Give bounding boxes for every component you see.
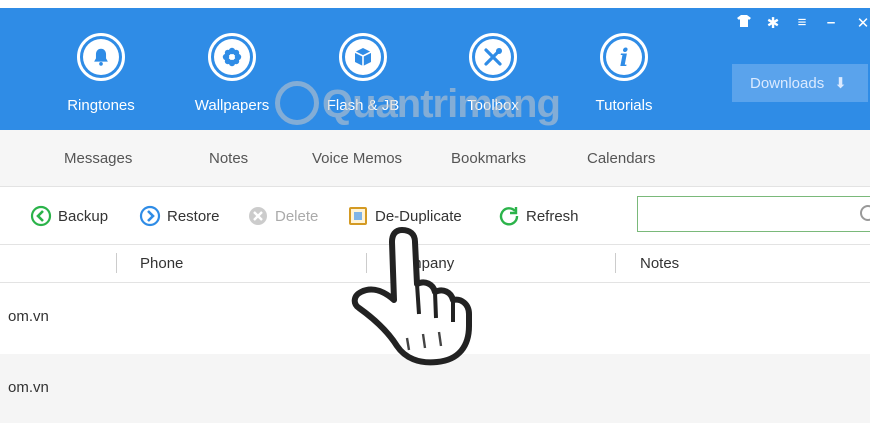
column-divider[interactable] bbox=[615, 253, 616, 273]
refresh-label: Refresh bbox=[526, 207, 579, 225]
column-divider[interactable] bbox=[116, 253, 117, 273]
tab-calendars[interactable]: Calendars bbox=[587, 150, 655, 167]
refresh-button[interactable]: Refresh bbox=[498, 205, 579, 227]
column-notes[interactable]: Notes bbox=[640, 255, 679, 272]
restore-label: Restore bbox=[167, 207, 220, 225]
backup-button[interactable]: Backup bbox=[30, 205, 108, 227]
nav-toolbox[interactable]: Toolbox bbox=[443, 33, 543, 114]
delete-label: Delete bbox=[275, 207, 319, 225]
search-input[interactable] bbox=[637, 196, 870, 232]
nav-label-toolbox: Toolbox bbox=[467, 97, 519, 114]
menu-icon[interactable]: ≡ bbox=[791, 14, 813, 31]
cell-email: om.vn bbox=[8, 308, 49, 325]
deduplicate-icon bbox=[347, 205, 369, 227]
settings-icon[interactable]: ✱ bbox=[762, 14, 784, 32]
nav-label-ringtones: Ringtones bbox=[67, 97, 135, 114]
tab-messages[interactable]: Messages bbox=[64, 150, 132, 167]
column-divider[interactable] bbox=[366, 253, 367, 273]
minimize-icon[interactable]: – bbox=[820, 14, 842, 31]
category-tabs: Messages Notes Voice Memos Bookmarks Cal… bbox=[0, 130, 870, 187]
delete-icon bbox=[247, 205, 269, 227]
downloads-button[interactable]: Downloads ⬇ bbox=[732, 64, 868, 102]
bell-icon bbox=[77, 33, 125, 81]
restore-icon bbox=[139, 205, 161, 227]
close-icon[interactable]: ✕ bbox=[852, 14, 870, 32]
nav-wallpapers[interactable]: Wallpapers bbox=[182, 33, 282, 114]
skin-icon[interactable] bbox=[733, 14, 755, 32]
tab-partial[interactable] bbox=[0, 150, 4, 167]
cell-email: om.vn bbox=[8, 379, 49, 396]
flower-icon bbox=[208, 33, 256, 81]
restore-button[interactable]: Restore bbox=[139, 205, 220, 227]
nav-label-tutorials: Tutorials bbox=[595, 97, 653, 114]
download-arrow-icon: ⬇ bbox=[834, 75, 847, 92]
table-header: Phone Company Notes bbox=[0, 244, 870, 283]
search-icon[interactable] bbox=[860, 205, 870, 221]
top-nav-bar: Ringtones Wallpapers Flash & JB Toolbox … bbox=[0, 8, 870, 130]
deduplicate-button[interactable]: De-Duplicate bbox=[347, 205, 462, 227]
table-row[interactable]: om.vn bbox=[0, 283, 870, 354]
tools-icon bbox=[469, 33, 517, 81]
nav-flash-jb[interactable]: Flash & JB bbox=[313, 33, 413, 114]
nav-ringtones[interactable]: Ringtones bbox=[51, 33, 151, 114]
downloads-label: Downloads bbox=[750, 74, 825, 92]
column-company[interactable]: Company bbox=[390, 255, 454, 272]
backup-icon bbox=[30, 205, 52, 227]
backup-label: Backup bbox=[58, 207, 109, 225]
deduplicate-label: De-Duplicate bbox=[375, 207, 462, 225]
nav-label-flash-jb: Flash & JB bbox=[326, 97, 400, 114]
nav-label-wallpapers: Wallpapers bbox=[194, 97, 270, 114]
refresh-icon bbox=[498, 205, 520, 227]
delete-button[interactable]: Delete bbox=[247, 205, 318, 227]
nav-tutorials[interactable]: i Tutorials bbox=[574, 33, 674, 114]
tab-bookmarks[interactable]: Bookmarks bbox=[451, 150, 526, 167]
tab-voice-memos[interactable]: Voice Memos bbox=[312, 150, 402, 167]
tab-notes[interactable]: Notes bbox=[209, 150, 248, 167]
box-icon bbox=[339, 33, 387, 81]
column-phone[interactable]: Phone bbox=[140, 255, 183, 272]
table-row[interactable]: om.vn bbox=[0, 354, 870, 423]
app-window: Ringtones Wallpapers Flash & JB Toolbox … bbox=[0, 0, 870, 423]
info-icon: i bbox=[600, 33, 648, 81]
